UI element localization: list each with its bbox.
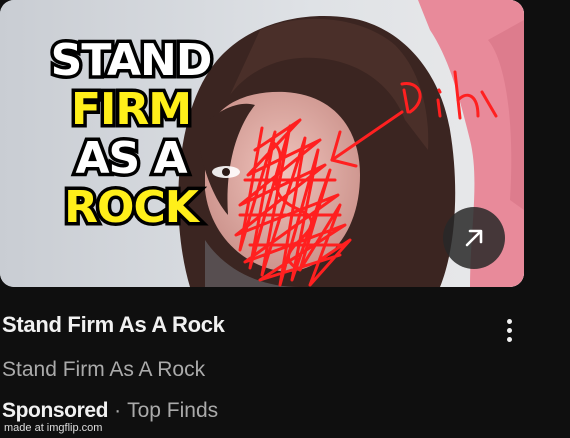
- more-options-button[interactable]: [496, 312, 522, 348]
- channel-name[interactable]: Stand Firm As A Rock: [2, 358, 205, 382]
- thumbnail-headline: STAND FIRM AS A ROCK: [26, 33, 236, 236]
- advertiser-name[interactable]: Top Finds: [127, 399, 218, 422]
- video-title[interactable]: Stand Firm As A Rock: [2, 312, 225, 338]
- thumbnail-line-stand: STAND: [47, 33, 216, 89]
- imgflip-watermark: made at imgflip.com: [4, 422, 103, 434]
- sponsored-badge: Sponsored: [2, 399, 109, 422]
- thumbnail-line-as-a: AS A: [72, 131, 191, 187]
- sponsored-video-card[interactable]: STAND FIRM AS A ROCK Stand Firm As A Roc…: [0, 0, 570, 438]
- meta-separator: ·: [114, 399, 122, 422]
- ad-meta: Sponsored · Top Finds: [2, 399, 218, 423]
- more-vertical-icon: [506, 318, 512, 324]
- external-link-arrow-icon: [465, 229, 483, 247]
- thumbnail-line-rock: ROCK: [61, 180, 203, 236]
- thumbnail-line-firm: FIRM: [67, 82, 195, 138]
- open-link-button[interactable]: [443, 207, 505, 269]
- video-thumbnail[interactable]: STAND FIRM AS A ROCK: [0, 0, 524, 287]
